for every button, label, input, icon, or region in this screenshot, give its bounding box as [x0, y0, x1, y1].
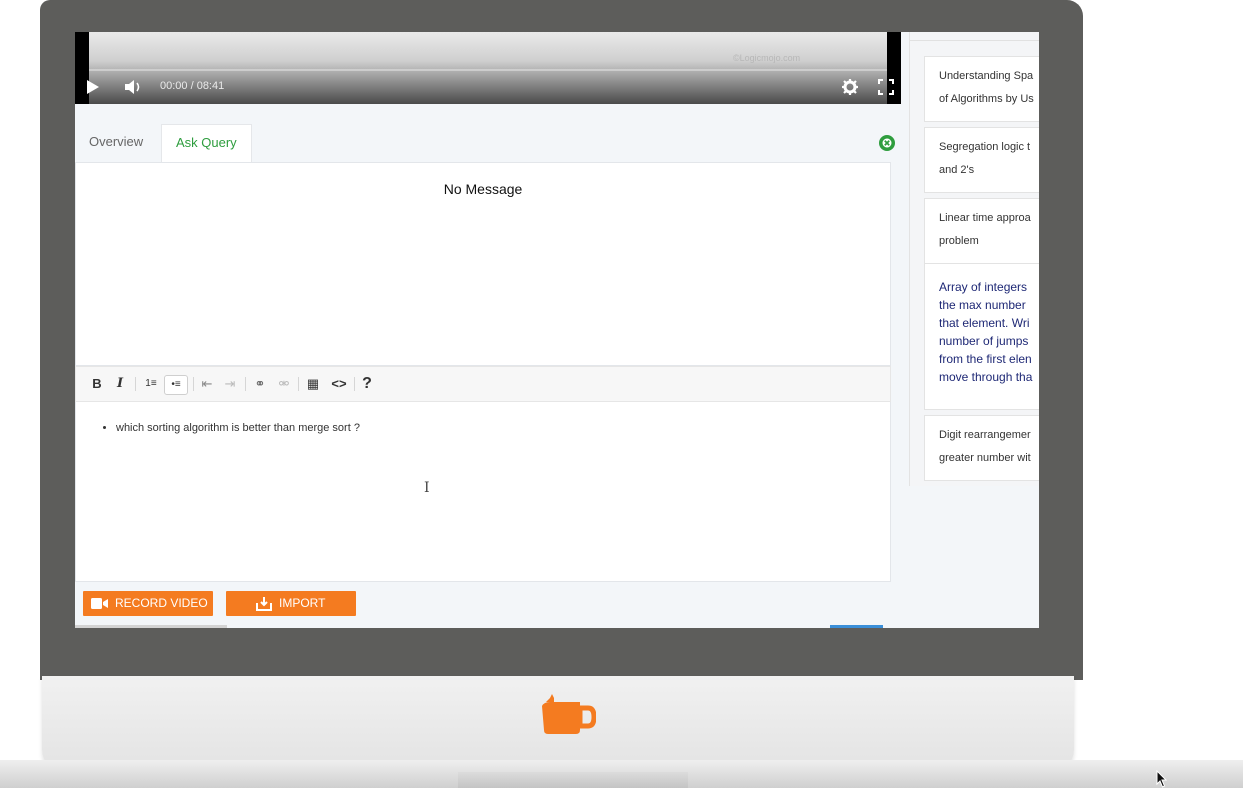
table-button[interactable]: ▦ — [304, 375, 322, 393]
no-message-text: No Message — [443, 181, 523, 197]
toolbar-separator — [354, 377, 355, 391]
query-tabs: Overview Ask Query — [75, 124, 901, 162]
sidebar-topic-card[interactable]: Digit rearrangemer greater number wit — [924, 415, 1039, 481]
video-progress-bar[interactable] — [89, 69, 887, 71]
video-player[interactable]: ©Logicmojo.com 00:00 / 08:41 — [75, 32, 901, 104]
tab-overview[interactable]: Overview — [75, 124, 157, 162]
outdent-button[interactable]: ⇤ — [198, 375, 216, 393]
sidebar-topic-card[interactable]: Segregation logic t and 2's — [924, 127, 1039, 193]
bullet-list-button[interactable]: •≡ — [164, 375, 188, 395]
help-button[interactable]: ? — [359, 375, 375, 393]
sidebar-topic-card[interactable]: Linear time approa problem — [924, 198, 1039, 264]
record-video-button[interactable]: RECORD VIDEO — [83, 591, 213, 616]
cup-logo-icon — [542, 694, 596, 734]
video-camera-icon — [91, 598, 108, 609]
toolbar-separator — [193, 377, 194, 391]
import-tray-icon — [256, 597, 272, 611]
sidebar-topic-card-active[interactable]: Array of integers the max number that el… — [924, 263, 1039, 410]
indent-button[interactable]: ⇥ — [221, 375, 239, 393]
sidebar-topic-card[interactable]: Understanding Spa of Algorithms by Us — [924, 56, 1039, 122]
screen: ©Logicmojo.com 00:00 / 08:41 Overview As… — [75, 32, 1039, 628]
sidebar-divider — [910, 40, 1039, 41]
video-watermark: ©Logicmojo.com — [733, 53, 801, 63]
unlink-button[interactable]: ⚮ — [275, 375, 293, 393]
settings-gear-icon[interactable] — [841, 78, 859, 96]
volume-icon[interactable] — [123, 78, 145, 96]
text-cursor-icon: I — [424, 480, 430, 496]
topics-sidebar: Understanding Spa of Algorithms by Us Se… — [909, 32, 1039, 486]
mouse-pointer-icon — [1156, 770, 1168, 788]
bold-button[interactable]: B — [90, 375, 104, 393]
toolbar-separator — [245, 377, 246, 391]
play-icon[interactable] — [83, 78, 101, 96]
editor-list-item: which sorting algorithm is better than m… — [116, 422, 360, 434]
video-time: 00:00 / 08:41 — [160, 80, 225, 92]
import-label: IMPORT — [279, 596, 326, 610]
toolbar-separator — [135, 377, 136, 391]
editor-toolbar: B I 1≡ •≡ ⇤ ⇥ ⚭ ⚮ ▦ <> ? — [75, 366, 891, 402]
ordered-list-button[interactable]: 1≡ — [141, 375, 161, 393]
code-button[interactable]: <> — [329, 375, 349, 393]
bottom-divider — [75, 625, 227, 628]
import-button[interactable]: IMPORT — [226, 591, 356, 616]
query-editor[interactable]: which sorting algorithm is better than m… — [75, 402, 891, 582]
tab-ask-query[interactable]: Ask Query — [161, 124, 252, 162]
submit-button-edge[interactable] — [830, 625, 883, 628]
italic-button[interactable]: I — [113, 375, 127, 393]
fullscreen-icon[interactable] — [877, 78, 895, 96]
close-circle-icon[interactable] — [878, 134, 896, 152]
message-panel: No Message — [75, 162, 891, 366]
editor-list: which sorting algorithm is better than m… — [116, 422, 360, 434]
monitor-stand — [458, 772, 688, 788]
toolbar-separator — [298, 377, 299, 391]
record-video-label: RECORD VIDEO — [115, 596, 208, 610]
link-button[interactable]: ⚭ — [251, 375, 269, 393]
